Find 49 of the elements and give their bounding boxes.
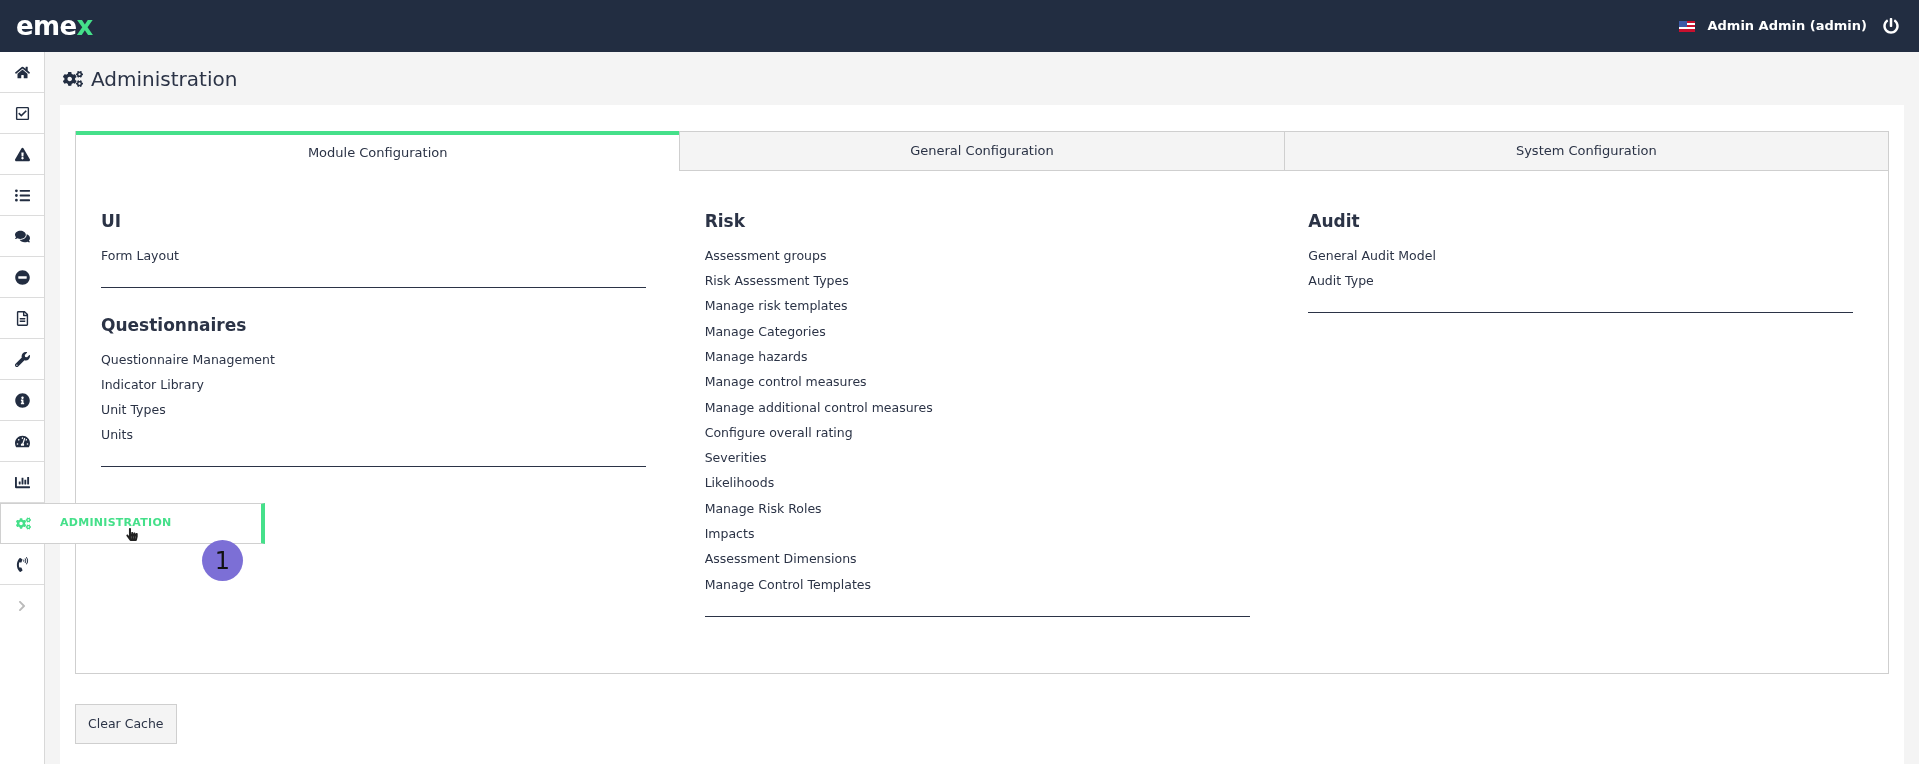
chevron-right-icon [16, 599, 28, 612]
logo[interactable]: emex [16, 6, 93, 46]
info-icon [14, 392, 30, 408]
list-icon [14, 187, 30, 203]
hand-cursor-icon [126, 528, 138, 541]
chat-bubbles-icon [14, 228, 30, 244]
home-icon [14, 64, 30, 80]
phone-icon [14, 556, 30, 572]
config-link[interactable]: Manage Categories [704, 322, 826, 342]
config-link[interactable]: Configure overall rating [704, 423, 853, 443]
config-link[interactable]: Manage control measures [704, 373, 867, 392]
config-link[interactable]: Manage additional control measures [704, 398, 933, 418]
config-link[interactable]: Assessment groups [704, 246, 827, 266]
warning-icon [14, 146, 30, 162]
tab[interactable]: System Configuration [1283, 131, 1888, 171]
wrench-icon [14, 351, 30, 367]
checkbox-icon [14, 105, 30, 121]
tab[interactable]: General Configuration [679, 131, 1284, 171]
config-link[interactable]: Audit Type [1308, 272, 1374, 291]
config-link[interactable]: Manage hazards [704, 347, 808, 367]
gauge-icon [14, 433, 30, 449]
config-link[interactable]: Impacts [704, 525, 755, 544]
section-heading: UI [101, 210, 123, 233]
config-link[interactable]: Likelihoods [704, 474, 775, 494]
config-link[interactable]: Risk Assessment Types [704, 272, 849, 291]
bar-chart-icon [14, 474, 30, 490]
config-link[interactable]: Questionnaire Management [101, 350, 275, 370]
section-heading: Questionnaires [101, 313, 248, 337]
config-link[interactable]: Form Layout [101, 246, 179, 266]
config-link[interactable]: Unit Types [101, 401, 166, 420]
config-link[interactable]: Manage risk templates [704, 297, 848, 317]
config-link[interactable]: Manage Control Templates [704, 575, 871, 595]
power-icon[interactable] [1883, 18, 1899, 34]
gears-icon [63, 68, 83, 89]
flyout-label: ADMINISTRATION [60, 515, 172, 532]
config-link[interactable]: Assessment Dimensions [704, 550, 857, 570]
section-heading: Audit [1308, 210, 1361, 233]
config-link[interactable]: General Audit Model [1308, 246, 1436, 266]
section-heading: Risk [704, 210, 746, 233]
flag-icon[interactable] [1679, 20, 1696, 32]
config-link[interactable]: Units [101, 426, 133, 446]
config-link[interactable]: Manage Risk Roles [704, 499, 822, 519]
page-title: Administration [91, 65, 238, 93]
config-link[interactable]: Indicator Library [101, 375, 204, 395]
document-icon [14, 310, 30, 326]
user-name[interactable]: Admin Admin (admin) [1707, 16, 1867, 36]
config-link[interactable]: Severities [704, 449, 767, 468]
clear-cache-button[interactable]: Clear Cache [75, 704, 177, 744]
gears-icon [15, 516, 31, 531]
